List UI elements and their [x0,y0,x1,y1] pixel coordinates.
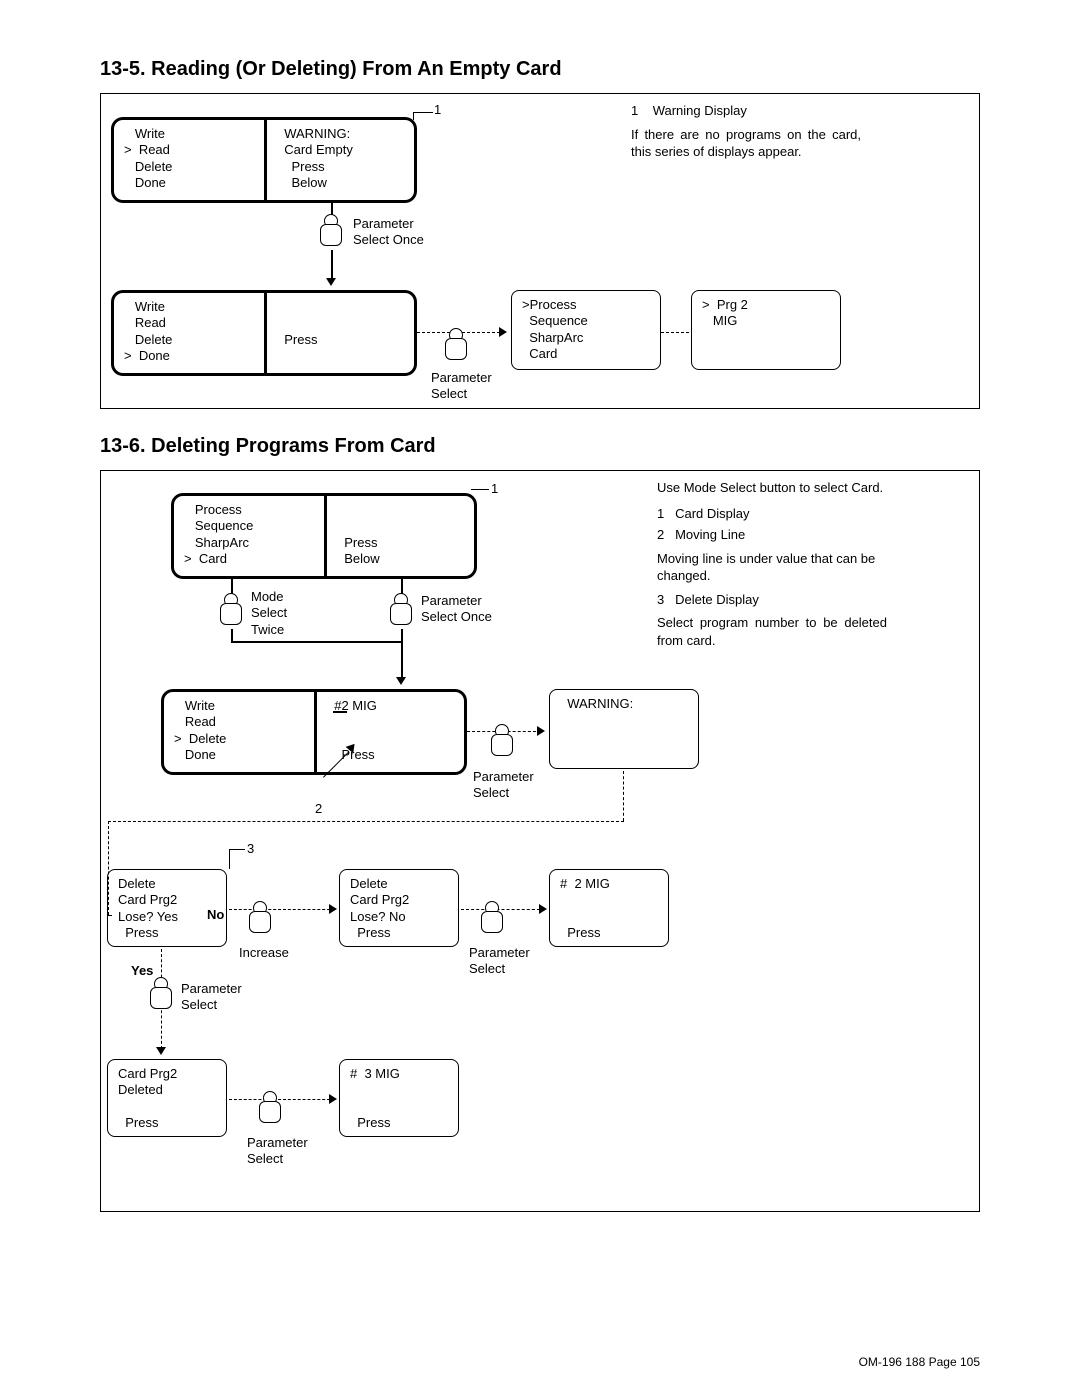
n: 1 [657,506,664,521]
display-deleted: Card Prg2 Deleted Press [107,1059,227,1137]
action-label: Parameter Select Once [353,216,424,249]
press-icon [150,977,172,1011]
action-label: Parameter Select [181,981,242,1014]
press-icon [259,1091,281,1125]
callout-1: 1 [491,481,498,497]
display-prg-2: # 2 MIG Press [549,869,669,947]
fig2-side: Use Mode Select button to select Card. 1… [657,479,887,649]
action-label: Parameter Select [473,769,534,802]
no-label: No [207,907,224,923]
action-label: Parameter Select [469,945,530,978]
display-warning: WARNING: [549,689,699,769]
display-2-right: Press [264,293,414,373]
display-process: >Process Sequence SharpArc Card [511,290,661,370]
display-pair-2: Write Read Delete > Done Press [111,290,417,376]
press-icon [481,901,503,935]
side-num: 1 [631,103,638,118]
section-2-title: 13-6. Deleting Programs From Card [100,435,980,458]
page-footer: OM-196 188 Page 105 [859,1355,980,1369]
display-prg: > Prg 2 MIG [691,290,841,370]
press-icon [491,724,513,758]
action-label: Parameter Select Once [421,593,492,626]
l: Moving Line [675,527,745,542]
display-delete-no: Delete Card Prg2 Lose? No Press [339,869,459,947]
c: Process Sequence SharpArc > Card [174,496,324,576]
section-1-title: 13-5. Reading (Or Deleting) From An Empt… [100,58,980,81]
display-pair-2: Write Read > Delete Done #2 MIG Press [161,689,467,775]
side-intro: Use Mode Select button to select Card. [657,479,887,497]
fig1-side: 1 Warning Display If there are no progra… [631,102,861,161]
display-1-left: Write > Read Delete Done [114,120,264,200]
side-mid: Moving line is under value that can be c… [657,550,887,585]
action-label: Increase [239,945,289,961]
n: 2 [657,527,664,542]
c: #2 MIG Press [314,692,464,772]
display-2-left: Write Read Delete > Done [114,293,264,373]
c: Write Read > Delete Done [164,692,314,772]
action-label: Mode Select Twice [251,589,287,638]
display-1-right: WARNING: Card Empty Press Below [264,120,414,200]
press-icon [445,328,467,362]
callout-3: 3 [247,841,254,857]
side-text: If there are no programs on the card, th… [631,126,861,161]
side-label: Warning Display [653,103,747,118]
press-icon [249,901,271,935]
side-end: Select program number to be deleted from… [657,614,887,649]
callout-1: 1 [434,102,441,118]
press-icon [390,593,412,627]
l: Delete Display [675,592,759,607]
callout-2: 2 [315,801,322,817]
display-pair-1: Process Sequence SharpArc > Card Press B… [171,493,477,579]
press-icon [320,214,342,248]
c: Press Below [324,496,474,576]
display-prg-3: # 3 MIG Press [339,1059,459,1137]
l: Card Display [675,506,749,521]
action-label: Parameter Select [247,1135,308,1168]
press-icon [220,593,242,627]
action-label: Parameter Select [431,370,492,403]
figure-13-5: 1 1 Warning Display If there are no prog… [100,93,980,409]
n: 3 [657,592,664,607]
figure-13-6: 1 Use Mode Select button to select Card.… [100,470,980,1212]
display-pair-1: Write > Read Delete Done WARNING: Card E… [111,117,417,203]
